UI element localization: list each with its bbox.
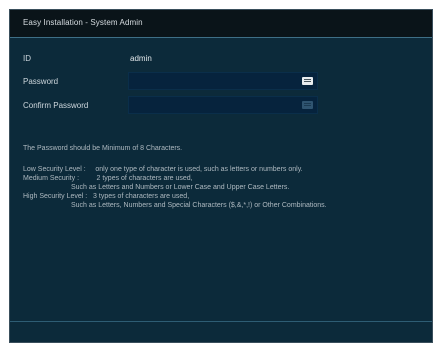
high-security-note: High Security Level : 3 types of charact… [23, 193, 190, 200]
footer-divider [10, 321, 432, 322]
confirm-password-input[interactable] [129, 97, 305, 113]
medium-security-detail: Such as Letters and Numbers or Lower Cas… [71, 184, 290, 191]
keyboard-icon[interactable] [302, 101, 313, 109]
high-security-detail: Such as Letters, Numbers and Special Cha… [71, 202, 327, 209]
confirm-password-field[interactable] [128, 96, 318, 114]
password-min-note: The Password should be Minimum of 8 Char… [23, 145, 183, 152]
system-admin-window: Easy Installation - System Admin ID admi… [9, 9, 433, 343]
title-bar: Easy Installation - System Admin [10, 10, 432, 38]
medium-security-note: Medium Security : 2 types of characters … [23, 175, 193, 182]
id-label: ID [23, 54, 31, 63]
id-value: admin [130, 54, 152, 63]
password-label: Password [23, 77, 59, 86]
password-input[interactable] [129, 73, 305, 89]
low-security-note: Low Security Level : only one type of ch… [23, 166, 303, 173]
keyboard-icon[interactable] [302, 77, 313, 85]
window-title: Easy Installation - System Admin [23, 18, 143, 27]
confirm-password-label: Confirm Password [23, 101, 89, 110]
password-field[interactable] [128, 72, 318, 90]
